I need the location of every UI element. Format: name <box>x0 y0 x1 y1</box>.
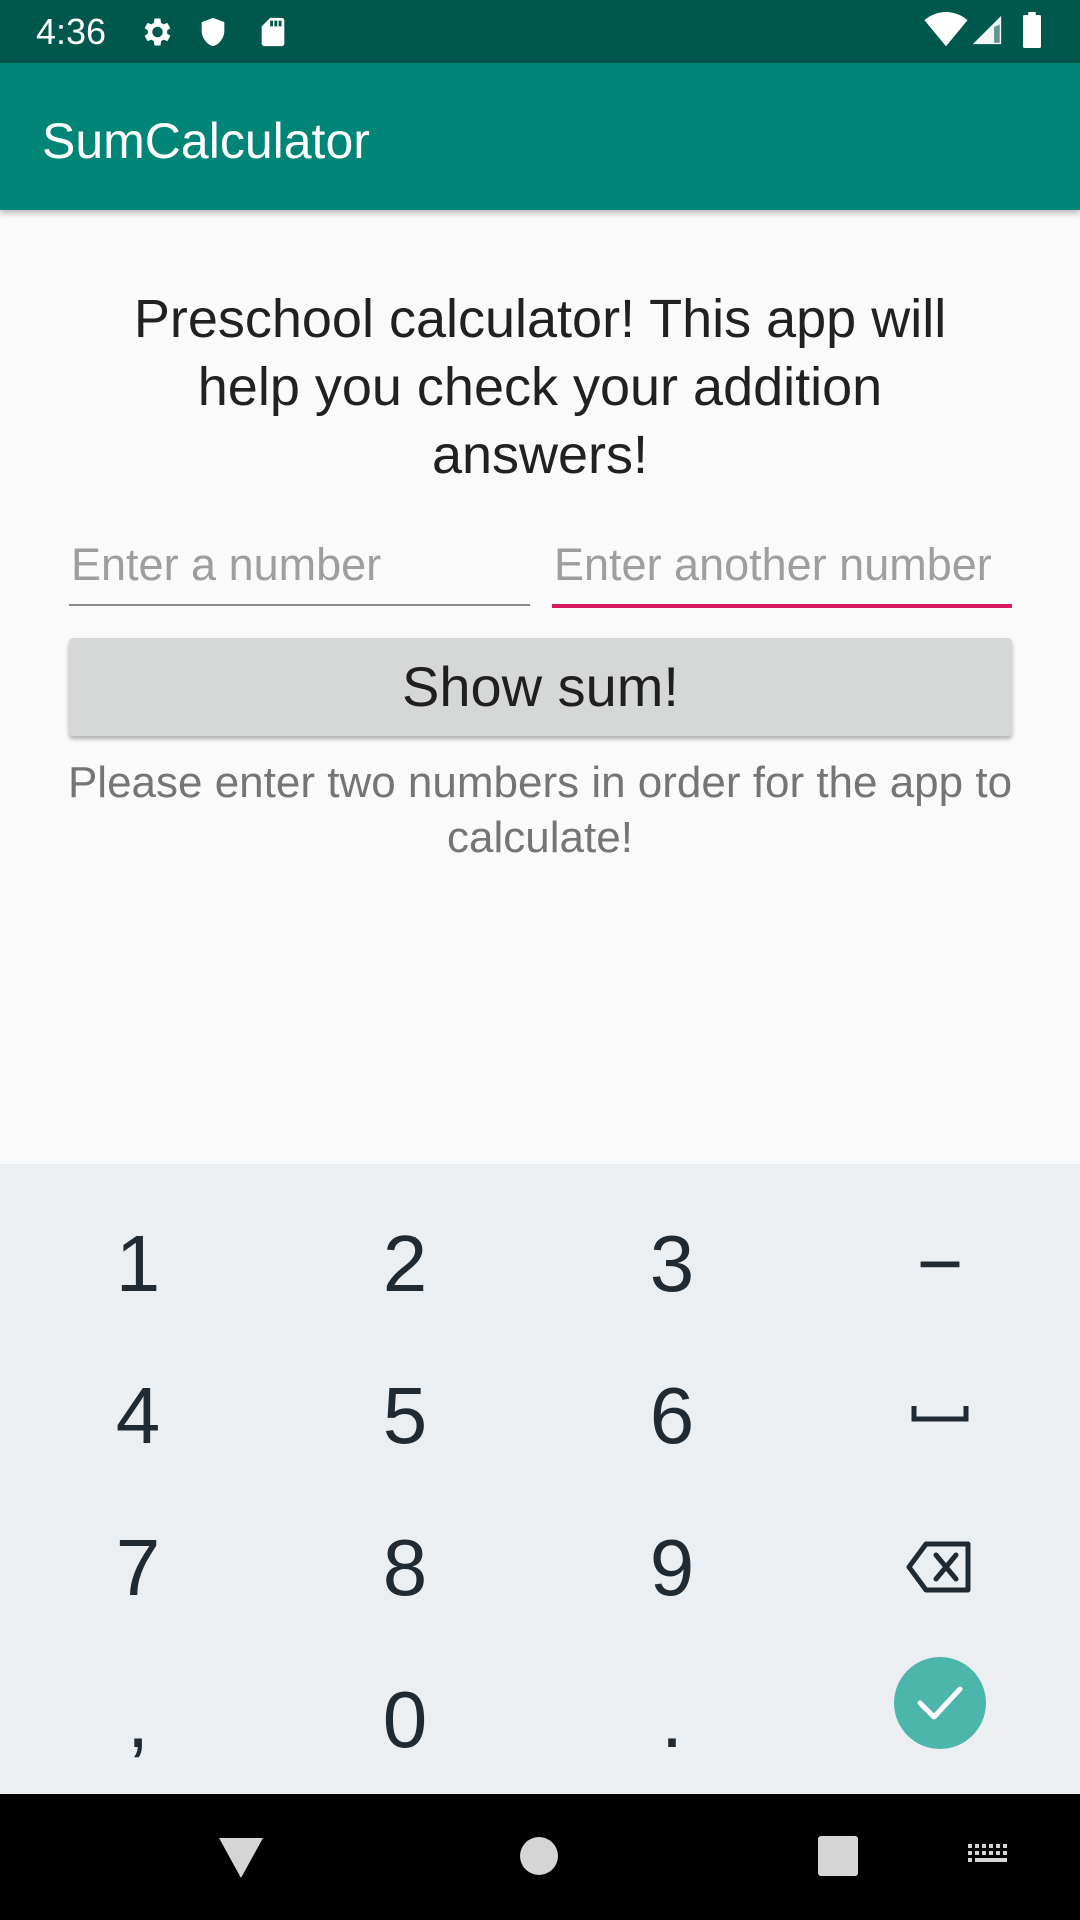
key-9[interactable]: 9 <box>572 1498 772 1638</box>
key-4[interactable]: 4 <box>38 1346 238 1486</box>
key-7-label: 7 <box>115 1523 161 1612</box>
key-8-label: 8 <box>382 1523 428 1612</box>
key-5[interactable]: 5 <box>305 1346 505 1486</box>
space-icon <box>911 1406 969 1422</box>
key-3[interactable]: 3 <box>572 1194 772 1334</box>
second-number-input[interactable]: Enter another number <box>552 530 1012 608</box>
key-minus-label: − <box>916 1219 964 1308</box>
key-7[interactable]: 7 <box>38 1498 238 1638</box>
key-2[interactable]: 2 <box>305 1194 505 1334</box>
key-6[interactable]: 6 <box>572 1346 772 1486</box>
battery-icon <box>1020 12 1044 53</box>
key-backspace[interactable] <box>840 1498 1040 1638</box>
home-icon[interactable] <box>519 1836 559 1881</box>
key-5-label: 5 <box>382 1371 428 1460</box>
navigation-bar <box>0 1794 1080 1920</box>
sd-card-icon <box>256 14 290 55</box>
second-number-placeholder: Enter another number <box>554 539 992 590</box>
backspace-icon <box>906 1541 971 1593</box>
key-3-label: 3 <box>649 1219 695 1308</box>
app-bar: SumCalculator <box>0 63 1080 210</box>
signal-icon <box>970 12 1004 53</box>
key-space[interactable] <box>840 1346 1040 1486</box>
recents-icon[interactable] <box>818 1836 858 1881</box>
key-minus[interactable]: − <box>840 1194 1040 1334</box>
key-period-label: . <box>660 1675 684 1764</box>
check-icon <box>917 1686 963 1720</box>
keyboard-switch-icon[interactable] <box>968 1844 1010 1875</box>
key-1-label: 1 <box>115 1219 161 1308</box>
key-comma-label: , <box>126 1675 150 1764</box>
key-0[interactable]: 0 <box>305 1650 505 1790</box>
intro-text: Preschool calculator! This app will help… <box>133 289 947 485</box>
status-bar: 4:36 <box>0 0 1080 63</box>
wifi-icon <box>924 12 968 53</box>
key-8[interactable]: 8 <box>305 1498 505 1638</box>
key-6-label: 6 <box>649 1371 695 1460</box>
key-4-label: 4 <box>115 1371 161 1460</box>
first-number-placeholder: Enter a number <box>71 539 382 590</box>
key-2-label: 2 <box>382 1219 428 1308</box>
key-period[interactable]: . <box>572 1650 772 1790</box>
key-1[interactable]: 1 <box>38 1194 238 1334</box>
status-time: 4:36 <box>36 11 107 52</box>
shield-icon <box>196 14 230 55</box>
back-icon[interactable] <box>218 1838 264 1883</box>
done-button[interactable] <box>894 1657 986 1749</box>
key-0-label: 0 <box>382 1675 428 1764</box>
gear-icon <box>138 14 174 55</box>
result-hint-text: Please enter two numbers in order for th… <box>67 758 1013 862</box>
key-comma[interactable]: , <box>38 1650 238 1790</box>
show-sum-button[interactable]: Show sum! <box>69 638 1012 736</box>
first-number-input[interactable]: Enter a number <box>69 530 530 606</box>
app-title: SumCalculator <box>42 113 370 169</box>
key-9-label: 9 <box>649 1523 695 1612</box>
